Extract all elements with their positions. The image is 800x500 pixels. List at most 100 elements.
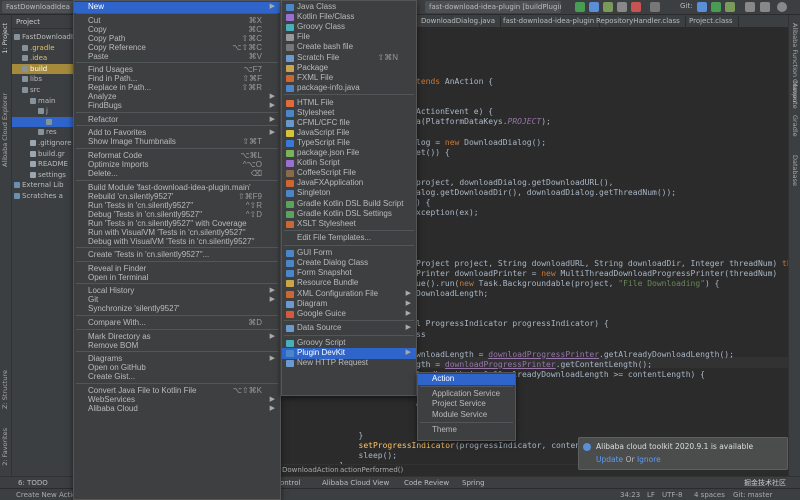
menu-item-open-in-terminal[interactable]: Open in Terminal	[74, 273, 280, 284]
menu-item-javascript-file[interactable]: JavaScript File	[282, 128, 416, 139]
menu-item-kotlin-file-class[interactable]: Kotlin File/Class	[282, 12, 416, 23]
menu-item-scratch-file[interactable]: Scratch File ⇧⌘N	[282, 53, 416, 64]
alibaba-cloud-view-tool-tab[interactable]: Alibaba Cloud View	[322, 478, 389, 488]
file-encoding[interactable]: UTF-8	[662, 490, 682, 500]
menu-item-xslt-stylesheet[interactable]: XSLT Stylesheet	[282, 219, 416, 230]
menu-item-stylesheet[interactable]: Stylesheet	[282, 108, 416, 119]
menu-item-action[interactable]: Action	[418, 374, 515, 385]
menu-item-create-tests-in-cn-silently9527[interactable]: Create 'Tests in 'cn.silently9527''...	[74, 250, 280, 261]
git-update-icon[interactable]	[697, 2, 707, 12]
menu-item-plugin-devkit[interactable]: Plugin DevKit ▶	[282, 348, 416, 359]
spring-tool-tab[interactable]: Spring	[462, 478, 485, 488]
editor-tab[interactable]: DownloadDialog.java	[416, 16, 501, 27]
code-review-tool-tab[interactable]: Code Review	[404, 478, 449, 488]
menu-item-java-class[interactable]: Java Class	[282, 2, 416, 13]
caret-position[interactable]: 34:23	[620, 490, 640, 500]
menu-item-html-file[interactable]: HTML File	[282, 98, 416, 109]
menu-item-synchronize-silently9527[interactable]: Synchronize 'silently9527'	[74, 304, 280, 315]
line-separator[interactable]: LF	[647, 490, 655, 500]
menu-item-create-dialog-class[interactable]: Create Dialog Class	[282, 258, 416, 269]
editor-tab[interactable]: RepositoryHandler.class	[591, 16, 686, 27]
search-icon[interactable]	[777, 2, 787, 12]
menu-item-theme[interactable]: Theme	[418, 425, 515, 436]
menu-item-paste[interactable]: Paste ⌘V	[74, 52, 280, 63]
breadcrumb-method[interactable]: actionPerformed()	[340, 466, 403, 474]
create-dialog-class-icon	[286, 260, 294, 268]
menu-item-diagram[interactable]: Diagram ▶	[282, 299, 416, 310]
menu-item-delete[interactable]: Delete... ⌫	[74, 169, 280, 180]
menu-item-cfml-cfc-file[interactable]: CFML/CFC file	[282, 118, 416, 129]
menu-item-xml-configuration-file[interactable]: XML Configuration File ▶	[282, 289, 416, 300]
code-line: tends AnAction {	[416, 77, 494, 86]
alibaba-explorer-tool-tab[interactable]: Alibaba Cloud Explorer	[1, 93, 9, 167]
run-configuration-select[interactable]: fast-download-idea-plugin [buildPlugin]	[425, 1, 561, 13]
menu-item-project-service[interactable]: Project Service	[418, 399, 515, 410]
menu-item-singleton[interactable]: Singleton	[282, 188, 416, 199]
editor-tab[interactable]: fast-download-idea-plugin	[498, 16, 601, 27]
breadcrumb-class[interactable]: DownloadAction	[282, 466, 339, 474]
menu-item-gradle-kotlin-dsl-settings[interactable]: Gradle Kotlin DSL Settings	[282, 209, 416, 220]
menu-separator	[76, 247, 278, 249]
maven-tool-tab[interactable]: Maven	[791, 81, 799, 103]
menu-item-debug-with-visualvm-tests-in-cn-silently9527[interactable]: Debug with VisualVM 'Tests in 'cn.silent…	[74, 237, 280, 248]
git-commit-icon[interactable]	[711, 2, 721, 12]
run-icon[interactable]	[575, 2, 585, 12]
stop-icon[interactable]	[631, 2, 641, 12]
menu-item-package-info-java[interactable]: package-info.java	[282, 83, 416, 94]
database-tool-tab[interactable]: Database	[791, 155, 799, 186]
menu-item-groovy-class[interactable]: Groovy Class	[282, 22, 416, 33]
folder-icon	[14, 34, 20, 40]
menu-item-shortcut: ⌘V	[248, 51, 262, 61]
menu-item-fxml-file[interactable]: FXML File	[282, 73, 416, 84]
menu-item-new-http-request[interactable]: New HTTP Request	[282, 358, 416, 369]
ignore-link[interactable]: Ignore	[637, 455, 661, 464]
menu-item-google-guice[interactable]: Google Guice ▶	[282, 309, 416, 320]
git-branch[interactable]: Git: master	[733, 490, 772, 500]
git-push-icon[interactable]	[725, 2, 735, 12]
menu-item-gui-form[interactable]: GUI Form	[282, 248, 416, 259]
menu-item-file[interactable]: File	[282, 32, 416, 43]
menu-item-application-service[interactable]: Application Service	[418, 389, 515, 400]
menu-item-module-service[interactable]: Module Service	[418, 410, 515, 421]
profile-icon[interactable]	[617, 2, 627, 12]
menu-item-findbugs[interactable]: FindBugs ▶	[74, 101, 280, 112]
menu-item-groovy-script[interactable]: Groovy Script	[282, 338, 416, 349]
rollback-icon[interactable]	[760, 2, 770, 12]
menu-item-coffeescript-file[interactable]: CoffeeScript File	[282, 168, 416, 179]
debug-icon[interactable]	[589, 2, 599, 12]
menu-item-shortcut: ⇧⌘N	[377, 52, 398, 62]
xslt-stylesheet-icon	[286, 220, 294, 228]
menu-item-edit-file-templates[interactable]: Edit File Templates...	[282, 233, 416, 244]
menu-item-label: JavaScript File	[297, 127, 350, 137]
menu-item-package[interactable]: Package	[282, 63, 416, 74]
history-icon[interactable]	[745, 2, 755, 12]
menu-item-data-source[interactable]: Data Source ▶	[282, 323, 416, 334]
gradle-tool-tab[interactable]: Gradle	[791, 115, 799, 137]
editor-tab[interactable]: Project.class	[684, 16, 739, 27]
project-breadcrumb[interactable]: FastDownloadIdea	[2, 1, 74, 13]
todo-tool-tab[interactable]: 6: TODO	[18, 478, 48, 488]
menu-item-alibaba-cloud[interactable]: Alibaba Cloud ▶	[74, 404, 280, 415]
version-control-tool-tab[interactable]: ontrol	[280, 478, 300, 488]
project-tool-tab[interactable]: 1: Project	[1, 23, 9, 54]
menu-item-create-gist[interactable]: Create Gist...	[74, 372, 280, 383]
structure-tool-tab[interactable]: Z: Structure	[1, 370, 9, 409]
menu-item-show-image-thumbnails[interactable]: Show Image Thumbnails ⇧⌘T	[74, 137, 280, 148]
menu-item-compare-with[interactable]: Compare With... ⌘D	[74, 318, 280, 329]
update-link[interactable]: Update	[596, 455, 623, 464]
project-structure-icon[interactable]	[650, 2, 660, 12]
menu-item-gradle-kotlin-dsl-build-script[interactable]: Gradle Kotlin DSL Build Script	[282, 199, 416, 210]
menu-item-typescript-file[interactable]: TypeScript File	[282, 138, 416, 149]
coverage-icon[interactable]	[603, 2, 613, 12]
indent-setting[interactable]: 4 spaces	[694, 490, 725, 500]
menu-item-remove-bom[interactable]: Remove BOM	[74, 341, 280, 352]
menu-item-refactor[interactable]: Refactor ▶	[74, 115, 280, 126]
menu-item-form-snapshot[interactable]: Form Snapshot	[282, 268, 416, 279]
menu-item-javafxapplication[interactable]: JavaFXApplication	[282, 178, 416, 189]
menu-item-package-json-file[interactable]: package.json File	[282, 148, 416, 159]
menu-item-kotlin-script[interactable]: Kotlin Script	[282, 158, 416, 169]
menu-item-create-bash-file[interactable]: Create bash file	[282, 42, 416, 53]
favorites-tool-tab[interactable]: 2: Favorites	[1, 428, 9, 466]
menu-item-new[interactable]: New ▶	[74, 2, 280, 13]
menu-item-resource-bundle[interactable]: Resource Bundle	[282, 278, 416, 289]
